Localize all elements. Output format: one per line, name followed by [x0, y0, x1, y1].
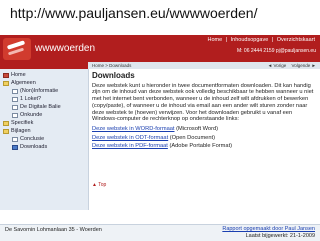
page-icon — [12, 88, 18, 94]
website-screenshot: wwwwoerden Home | Inhoudsopgave | Overzi… — [0, 35, 320, 210]
download-odt-link[interactable]: Deze webstek in ODT-formaat — [92, 135, 168, 141]
home-icon — [3, 72, 9, 78]
logo-icon — [3, 38, 31, 60]
nav-separator: | — [225, 37, 228, 43]
download-pdf-link[interactable]: Deze webstek in PDF-formaat — [92, 143, 168, 149]
sidebar-item-digitale-balie[interactable]: De Digitale Balie — [12, 104, 61, 110]
top-navigation: Home | Inhoudsopgave | Overzichtskaart — [206, 37, 316, 43]
sidebar-item-conclusie[interactable]: Conclusie — [12, 136, 44, 142]
footer-address: De Savornin Lohmanlaan 35 - Woerden — [5, 227, 102, 233]
footer-info: Rapport opgemaakt door Paul Jansen Laats… — [222, 226, 315, 239]
sidebar-item-label: Bijlagen — [11, 128, 31, 134]
sidebar-item-algemeen[interactable]: Algemeen — [3, 80, 36, 86]
sidebar-item-1-loket[interactable]: 1 Loket? — [12, 96, 41, 102]
nav-separator: | — [271, 37, 274, 43]
sidebar-tree: Home Algemeen (Non)Informatie 1 Loket? D… — [0, 69, 89, 210]
site-logo-text: wwwwoerden — [35, 43, 96, 54]
sidebar-item-label: Home — [11, 72, 26, 78]
sidebar-item-onkunde[interactable]: Onkunde — [12, 112, 42, 118]
download-format-label: (Microsoft Word) — [176, 125, 219, 132]
nav-inhoudsopgave-link[interactable]: Inhoudsopgave — [230, 37, 270, 43]
sidebar-item-home[interactable]: Home — [3, 72, 26, 78]
last-updated: Laatst bijgewerkt: 21-1-2009 — [245, 232, 315, 239]
sidebar-item-bijlagen[interactable]: Bijlagen — [3, 128, 31, 134]
sidebar-item-downloads[interactable]: Downloads — [12, 144, 47, 150]
sidebar-item-label: Onkunde — [20, 112, 43, 118]
breadcrumb[interactable]: Home > Downloads — [92, 62, 131, 69]
page-icon — [12, 96, 18, 102]
contact-info: M: 06 2444 2159 pj@pauljansen.eu — [236, 48, 316, 54]
download-icon — [12, 144, 18, 150]
sidebar-item-label: Downloads — [20, 144, 48, 150]
sidebar-item-label: De Digitale Balie — [20, 104, 61, 110]
folder-icon — [3, 120, 9, 126]
previous-link[interactable]: ◄ Vorige — [268, 63, 286, 68]
download-row: Deze webstek in ODT-formaat (Open Docume… — [92, 135, 314, 142]
site-footer: De Savornin Lohmanlaan 35 - Woerden Rapp… — [0, 224, 320, 241]
folder-icon — [3, 80, 9, 86]
next-link[interactable]: Volgende ► — [292, 63, 316, 68]
download-row: Deze webstek in WORD-formaat (Microsoft … — [92, 126, 314, 133]
sidebar-item-label: Conclusie — [20, 136, 45, 142]
report-link[interactable]: Rapport opgemaakt door Paul Jansen — [222, 226, 315, 233]
pager: ◄ Vorige Volgende ► — [264, 62, 316, 69]
page-icon — [12, 104, 18, 110]
page-icon — [12, 136, 18, 142]
intro-paragraph: Deze webstek kunt u hieronder in twee do… — [92, 82, 314, 123]
sidebar-item-specifiek[interactable]: Specifiek — [3, 120, 33, 126]
nav-overzichtskaart-link[interactable]: Overzichtskaart — [276, 37, 316, 43]
sidebar-item-label: Algemeen — [11, 80, 36, 86]
page-title: Downloads — [92, 71, 135, 80]
nav-home-link[interactable]: Home — [206, 37, 223, 43]
download-format-label: (Adobe Portable Format) — [169, 143, 233, 150]
download-word-link[interactable]: Deze webstek in WORD-formaat — [92, 126, 175, 132]
sidebar-item-label: (Non)Informatie — [20, 88, 59, 94]
sidebar-item-label: Specifiek — [11, 120, 34, 126]
breadcrumb-bar: Home > Downloads ◄ Vorige Volgende ► — [88, 62, 320, 69]
folder-icon — [3, 128, 9, 134]
sidebar-item-label: 1 Loket? — [20, 96, 42, 102]
download-format-label: (Open Document) — [169, 134, 215, 141]
sidebar-item-noninformatie[interactable]: (Non)Informatie — [12, 88, 58, 94]
download-row: Deze webstek in PDF-formaat (Adobe Porta… — [92, 143, 314, 150]
back-to-top-link[interactable]: ▲ Top — [92, 182, 106, 188]
main-content: Downloads Deze webstek kunt u hieronder … — [92, 71, 314, 210]
url-caption: http://www.pauljansen.eu/wwwwoerden/ — [10, 5, 258, 21]
page-icon — [12, 112, 18, 118]
